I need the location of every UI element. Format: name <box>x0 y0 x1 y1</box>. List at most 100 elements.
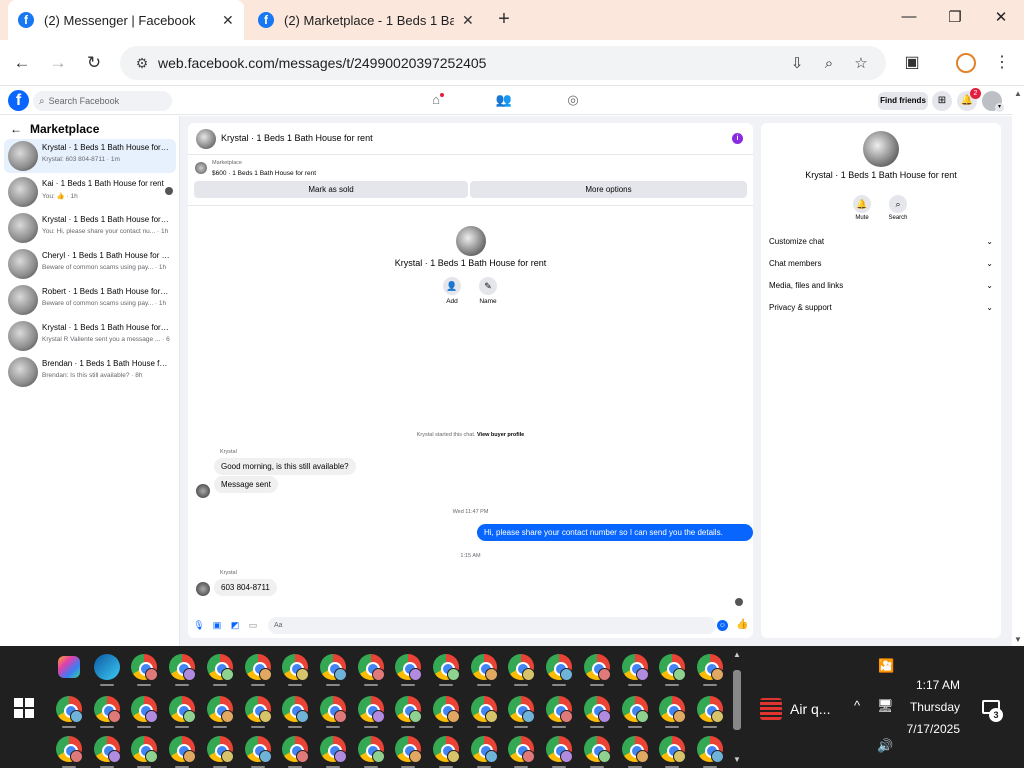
more-options-button[interactable]: More options <box>470 181 747 198</box>
chrome-app-icon[interactable] <box>93 654 120 680</box>
taskbar-scrollbar[interactable]: ▲ ▼ <box>730 650 744 764</box>
privacy-support-section[interactable]: Privacy & support ⌄ <box>769 300 993 316</box>
chrome-app-icon[interactable] <box>546 654 574 681</box>
groups-icon[interactable]: ◎ <box>564 92 582 110</box>
chrome-app-icon[interactable] <box>206 736 234 763</box>
chat-members-section[interactable]: Chat members ⌄ <box>769 256 993 272</box>
chrome-app-icon[interactable] <box>621 736 649 763</box>
conversation-item[interactable]: Cheryl · 1 Beds 1 Bath House for re... B… <box>4 247 176 281</box>
message-bubble[interactable]: Message sent <box>214 476 278 493</box>
chrome-app-icon[interactable] <box>93 696 121 723</box>
listing-title[interactable]: $600 · 1 Beds 1 Bath House for rent <box>212 170 316 177</box>
meet-now-icon[interactable]: 🎦 <box>878 658 894 674</box>
chrome-app-icon[interactable] <box>470 654 498 681</box>
chrome-app-icon[interactable] <box>357 696 385 723</box>
microphone-icon[interactable]: 🎙 <box>193 619 205 631</box>
chrome-app-icon[interactable] <box>357 736 385 763</box>
find-friends-button[interactable]: Find friends <box>878 92 928 110</box>
message-bubble[interactable]: 603 804-8711 <box>214 579 277 596</box>
chrome-app-icon[interactable] <box>206 654 234 681</box>
chrome-app-icon[interactable] <box>169 736 197 763</box>
network-icon[interactable]: 🖥 <box>877 698 894 714</box>
hidden-icons-chevron-icon[interactable]: ^ <box>854 698 860 713</box>
conversation-item[interactable]: Robert · 1 Beds 1 Bath House for re... B… <box>4 283 176 317</box>
chrome-app-icon[interactable] <box>56 696 83 723</box>
clock-time[interactable]: 1:17 AM <box>896 678 960 692</box>
chrome-app-icon[interactable] <box>659 654 687 681</box>
message-input[interactable]: Aa <box>268 617 716 634</box>
chrome-app-icon[interactable] <box>659 736 687 763</box>
chrome-app-icon[interactable] <box>583 696 611 723</box>
media-files-links-section[interactable]: Media, files and links ⌄ <box>769 278 993 294</box>
back-arrow-icon[interactable]: ← <box>9 50 35 76</box>
chrome-app-icon[interactable] <box>546 696 574 723</box>
search-input[interactable]: ⌕ Search Facebook <box>33 91 172 111</box>
chrome-app-icon[interactable] <box>659 696 687 723</box>
mute-button[interactable]: 🔔 Mute <box>845 195 879 221</box>
bookmark-star-icon[interactable]: ☆ <box>850 53 872 75</box>
add-button[interactable]: 👤 Add <box>432 277 472 305</box>
facebook-logo-icon[interactable]: f <box>8 90 29 111</box>
thumbs-up-icon[interactable]: 👍 <box>736 619 748 630</box>
scroll-up-icon[interactable]: ▲ <box>1014 89 1022 98</box>
address-bar[interactable]: ⚙ web.facebook.com/messages/t/2499002039… <box>120 46 886 80</box>
chrome-app-icon[interactable] <box>206 696 234 723</box>
message-bubble[interactable]: Good morning, is this still available? <box>214 458 356 475</box>
chrome-app-icon[interactable] <box>282 696 310 723</box>
emoji-icon[interactable]: ☺ <box>717 620 728 631</box>
reload-icon[interactable]: ↻ <box>81 50 107 76</box>
conversation-item[interactable]: Kai · 1 Beds 1 Bath House for rent You: … <box>4 175 176 209</box>
chrome-app-icon[interactable] <box>93 736 121 763</box>
url-text[interactable]: web.facebook.com/messages/t/249900203972… <box>158 55 486 71</box>
chrome-app-icon[interactable] <box>282 736 310 763</box>
message-bubble-outgoing[interactable]: Hi, please share your contact number so … <box>477 524 753 554</box>
chevron-down-icon[interactable]: ▼ <box>733 755 741 764</box>
scroll-thumb[interactable] <box>733 670 741 730</box>
page-scrollbar[interactable]: ▲ ▼ <box>1012 87 1024 646</box>
back-arrow-icon[interactable]: ← <box>10 122 22 136</box>
chrome-app-icon[interactable] <box>470 696 498 723</box>
chrome-app-icon[interactable] <box>395 654 423 681</box>
info-icon[interactable]: i <box>732 133 743 144</box>
install-app-icon[interactable]: ⇩ <box>786 53 808 75</box>
chrome-app-icon[interactable] <box>696 696 724 723</box>
chrome-app-icon[interactable] <box>433 736 460 763</box>
chrome-app-icon[interactable] <box>508 696 536 723</box>
chrome-app-icon[interactable] <box>433 696 460 723</box>
name-button[interactable]: ✎ Name <box>468 277 508 305</box>
chrome-app-icon[interactable] <box>433 654 460 681</box>
chrome-app-icon[interactable] <box>395 696 423 723</box>
new-tab-button[interactable]: + <box>492 8 516 32</box>
conversation-item[interactable]: Krystal · 1 Beds 1 Bath House for re... … <box>4 139 176 173</box>
menu-grid-icon[interactable]: ⊞ <box>932 91 952 111</box>
zoom-icon[interactable]: ⌕ <box>818 53 840 75</box>
volume-icon[interactable]: 🔊 <box>877 738 893 754</box>
chrome-app-icon[interactable] <box>546 736 574 763</box>
tab-search-icon[interactable]: ▣ <box>900 51 924 75</box>
chrome-app-icon[interactable] <box>131 654 159 681</box>
scroll-down-icon[interactable]: ▼ <box>1014 635 1022 644</box>
chrome-app-icon[interactable] <box>319 696 347 723</box>
forward-arrow-icon[interactable]: → <box>45 50 71 76</box>
chrome-app-icon[interactable] <box>169 696 197 723</box>
profile-avatar-icon[interactable] <box>956 53 976 73</box>
close-tab-icon[interactable]: ✕ <box>222 12 234 29</box>
chrome-app-icon[interactable] <box>56 736 83 763</box>
chrome-app-icon[interactable] <box>244 736 272 763</box>
listing-thumbnail[interactable] <box>195 162 207 174</box>
chat-title[interactable]: Krystal · 1 Beds 1 Bath House for rent <box>221 133 373 143</box>
copilot-icon[interactable] <box>58 656 80 678</box>
chevron-up-icon[interactable]: ▲ <box>733 650 741 659</box>
chrome-app-icon[interactable] <box>131 696 159 723</box>
menu-kebab-icon[interactable]: ⋮ <box>990 51 1014 75</box>
gif-icon[interactable]: ▭ <box>247 619 259 631</box>
windows-start-icon[interactable] <box>14 698 34 718</box>
tab-messenger[interactable]: f (2) Messenger | Facebook ✕ <box>8 0 244 40</box>
close-tab-icon[interactable]: ✕ <box>462 12 474 29</box>
chrome-app-icon[interactable] <box>244 696 272 723</box>
chrome-app-icon[interactable] <box>583 736 611 763</box>
sticker-icon[interactable]: ◩ <box>229 619 241 631</box>
weather-widget[interactable]: Air q... <box>760 698 830 720</box>
conversation-item[interactable]: Brendan · 1 Beds 1 Bath House for ... Br… <box>4 355 176 389</box>
chrome-app-icon[interactable] <box>169 654 197 681</box>
